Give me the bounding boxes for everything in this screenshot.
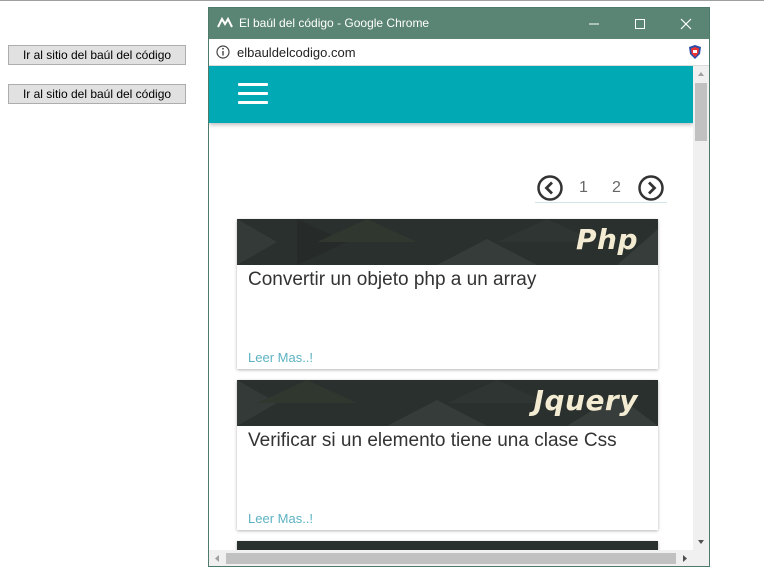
scroll-up-arrow-icon[interactable]	[693, 66, 709, 82]
close-icon	[680, 18, 692, 30]
go-to-site-button-1[interactable]: Ir al sitio del baúl del código	[8, 45, 186, 65]
card-title[interactable]: Verificar si un elemento tiene una clase…	[248, 430, 617, 452]
info-icon[interactable]	[216, 45, 230, 59]
maximize-button[interactable]	[617, 8, 663, 39]
page-link-1[interactable]: 1	[579, 179, 588, 197]
chevron-right-circle-icon[interactable]	[638, 175, 664, 201]
horizontal-scrollbar[interactable]	[209, 550, 693, 567]
post-card	[237, 541, 658, 550]
address-bar: elbauldelcodigo.com	[209, 39, 709, 66]
card-banner	[237, 541, 658, 550]
hamburger-menu-icon[interactable]	[238, 83, 268, 105]
window-title: El baúl del código - Google Chrome	[239, 16, 430, 30]
pagination: 1 2	[535, 175, 667, 203]
scroll-down-arrow-icon[interactable]	[693, 534, 709, 550]
card-banner: Jquery	[237, 380, 658, 426]
minimize-icon	[589, 23, 599, 25]
card-category-tag: Php	[576, 223, 638, 256]
read-more-link[interactable]: Leer Mas..!	[248, 511, 313, 526]
card-category-tag: Jquery	[533, 384, 638, 417]
card-title[interactable]: Convertir un objeto php a un array	[248, 269, 536, 291]
scroll-right-arrow-icon[interactable]	[677, 550, 693, 567]
vertical-scrollbar[interactable]	[693, 66, 709, 550]
chevron-left-circle-icon[interactable]	[537, 175, 563, 201]
post-card: Php Convertir un objeto php a un array L…	[237, 219, 658, 369]
close-button[interactable]	[663, 8, 709, 39]
post-card: Jquery Verificar si un elemento tiene un…	[237, 380, 658, 530]
window-titlebar[interactable]: El baúl del código - Google Chrome	[209, 8, 709, 39]
app-logo-icon	[217, 16, 233, 28]
card-banner: Php	[237, 219, 658, 265]
site-navbar	[209, 66, 693, 123]
read-more-link[interactable]: Leer Mas..!	[248, 350, 313, 365]
page-link-2[interactable]: 2	[612, 179, 621, 197]
chrome-popup-window: El baúl del código - Google Chrome elbau…	[208, 7, 710, 567]
vertical-scroll-thumb[interactable]	[695, 83, 707, 141]
page-viewport: 1 2 Php Convertir un objeto php a un arr…	[209, 66, 693, 550]
shield-extension-icon[interactable]	[687, 44, 703, 60]
scrollbar-corner	[693, 550, 709, 566]
maximize-icon	[635, 19, 645, 29]
go-to-site-button-2[interactable]: Ir al sitio del baúl del código	[8, 84, 186, 104]
top-divider	[0, 0, 764, 1]
minimize-button[interactable]	[571, 8, 617, 39]
url-text[interactable]: elbauldelcodigo.com	[237, 45, 356, 60]
horizontal-scroll-thumb[interactable]	[226, 553, 676, 564]
scroll-left-arrow-icon[interactable]	[209, 550, 225, 567]
